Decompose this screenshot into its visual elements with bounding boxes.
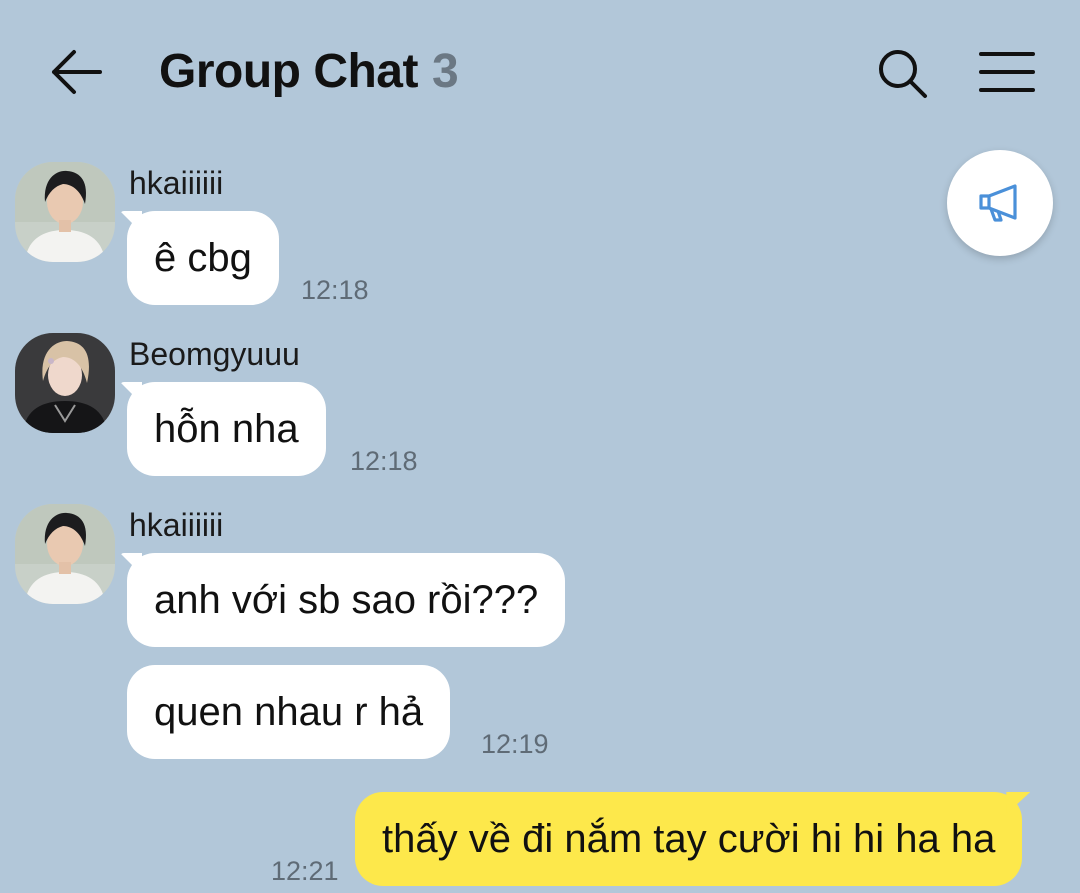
sender-name: hkaiiiiii xyxy=(129,165,224,201)
arrow-left-icon xyxy=(52,50,102,94)
chat-header: Group Chat 3 xyxy=(0,0,1080,145)
sender-name: hkaiiiiii xyxy=(129,507,224,543)
member-count: 3 xyxy=(431,45,459,98)
my-message-bubble[interactable]: thấy về đi nắm tay cười hi hi ha ha xyxy=(355,792,1023,886)
avatar-hkai[interactable] xyxy=(15,162,115,262)
back-button[interactable] xyxy=(50,48,104,96)
announcement-button[interactable] xyxy=(947,150,1053,256)
menu-icon xyxy=(979,52,1035,92)
menu-button[interactable] xyxy=(978,50,1036,96)
sender-name: Beomgyuuu xyxy=(129,336,300,372)
message-time: 12:19 xyxy=(481,729,549,759)
message-bubble[interactable]: hỗn nha xyxy=(127,382,326,476)
page-title: Group Chat 3 xyxy=(159,44,459,99)
message-bubble[interactable]: ê cbg xyxy=(127,211,279,305)
message-bubble[interactable]: quen nhau r hả xyxy=(127,665,451,759)
message-time: 12:21 xyxy=(271,856,339,886)
message-bubble[interactable]: anh với sb sao rồi??? xyxy=(127,553,566,647)
avatar-hkai[interactable] xyxy=(15,504,115,604)
message-time: 12:18 xyxy=(301,275,369,305)
search-icon xyxy=(879,50,927,98)
chat-title: Group Chat xyxy=(159,45,418,98)
megaphone-icon xyxy=(979,184,1017,222)
avatar-beomgyu[interactable] xyxy=(15,333,115,433)
search-button[interactable] xyxy=(876,48,930,100)
message-time: 12:18 xyxy=(350,446,418,476)
